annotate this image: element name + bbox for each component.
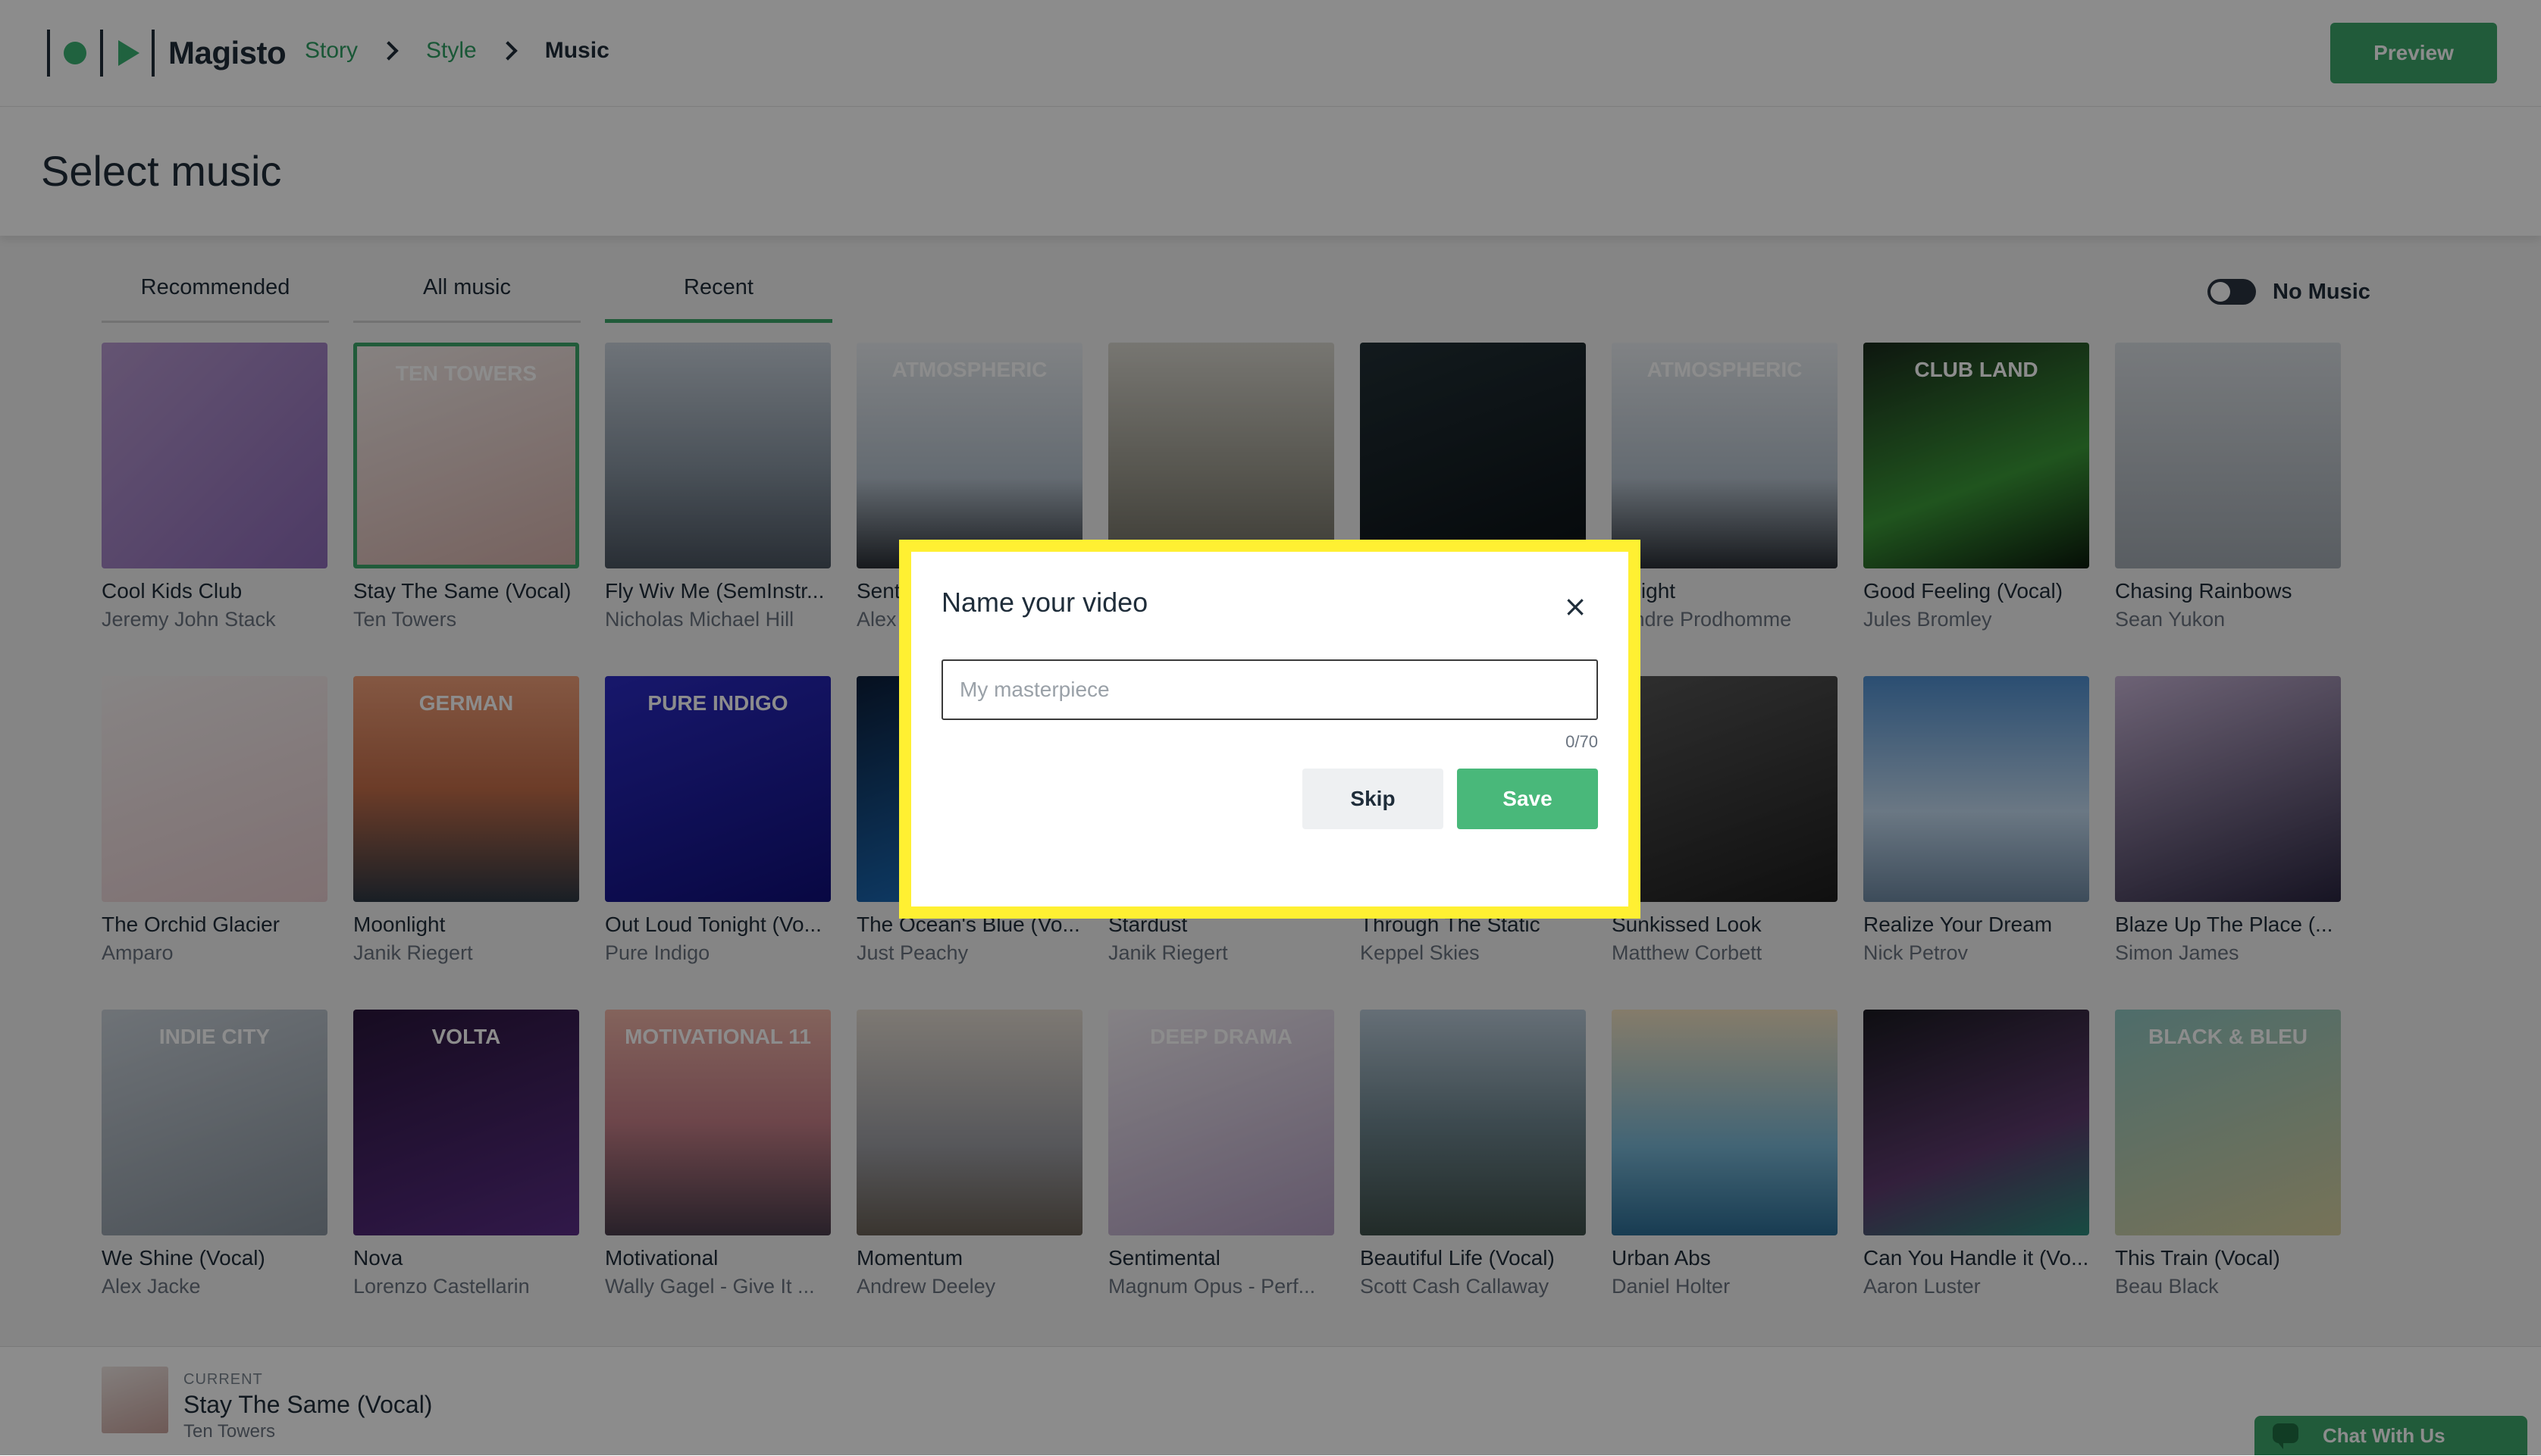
close-icon[interactable]: ×	[1560, 591, 1590, 622]
video-name-input[interactable]	[942, 659, 1598, 720]
name-video-dialog-highlight: Name your video × 0/70 Skip Save	[899, 540, 1640, 919]
char-counter: 0/70	[1565, 732, 1598, 751]
name-video-dialog: Name your video × 0/70 Skip Save	[911, 552, 1628, 906]
skip-button[interactable]: Skip	[1302, 769, 1443, 829]
page: Magisto Story Style Music Preview Select…	[0, 0, 2541, 1456]
dialog-title: Name your video	[942, 587, 1148, 618]
save-button[interactable]: Save	[1457, 769, 1598, 829]
